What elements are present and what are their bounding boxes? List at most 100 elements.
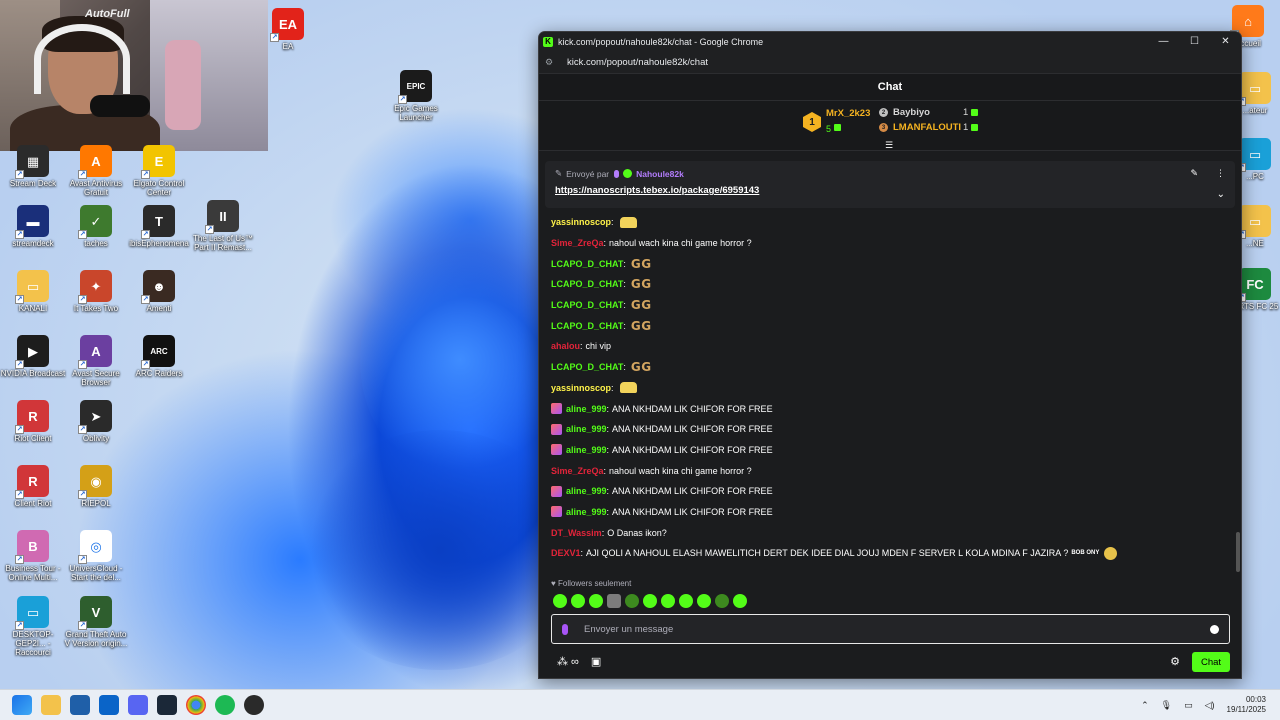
emote-button[interactable] <box>697 594 711 608</box>
desktop-icon[interactable]: ✓ ↗ taches <box>63 205 129 248</box>
chat-username[interactable]: Sime_ZreQa <box>551 466 604 476</box>
chat-username[interactable]: LCAPO_D_CHAT <box>551 321 623 331</box>
pinned-username[interactable]: Nahoule82k <box>636 169 684 179</box>
webcam-headset <box>34 24 130 94</box>
desktop-icon[interactable]: B ↗ Business Tour - Online Multi... <box>0 530 66 582</box>
close-button[interactable]: ✕ <box>1210 32 1241 51</box>
desktop-icon-image: T ↗ <box>141 205 175 239</box>
emote-button[interactable] <box>679 594 693 608</box>
desktop-icon[interactable]: ARC ↗ ARC Raiders <box>126 335 192 378</box>
emote-button[interactable] <box>571 594 585 608</box>
start-button-icon[interactable] <box>12 695 32 715</box>
shortcut-arrow-icon: ↗ <box>78 230 87 239</box>
emote-button[interactable] <box>625 594 639 608</box>
minimize-button[interactable]: — <box>1148 32 1179 51</box>
steam-icon[interactable] <box>157 695 177 715</box>
store-app-icon[interactable] <box>70 695 90 715</box>
discord-icon[interactable] <box>128 695 148 715</box>
emote-button[interactable] <box>715 594 729 608</box>
more-options-icon[interactable]: ⋮ <box>1216 168 1225 179</box>
window-titlebar[interactable]: K kick.com/popout/nahoule82k/chat - Goog… <box>539 32 1241 51</box>
send-chat-button[interactable]: Chat <box>1192 652 1230 672</box>
desktop-icon[interactable]: ◎ ↗ UniversCloud - Start the del... <box>63 530 129 582</box>
shortcut-arrow-icon: ↗ <box>78 490 87 499</box>
network-icon[interactable]: ▭ <box>1184 700 1193 711</box>
desktop-icon[interactable]: ▶ ↗ NVIDIA Broadcast <box>0 335 66 378</box>
maximize-button[interactable]: ☐ <box>1179 32 1210 51</box>
desktop-icon[interactable]: EPIC ↗ Epic Games Launcher <box>383 70 449 122</box>
desktop-icon[interactable]: A ↗ Avast Secure Browser <box>63 335 129 387</box>
chat-username[interactable]: aline_999 <box>566 507 607 517</box>
spotify-icon[interactable] <box>215 695 235 715</box>
desktop-icon[interactable]: A ↗ Avast Antivirus Gratuit <box>63 145 129 197</box>
clock[interactable]: 00:03 19/11/2025 <box>1227 695 1266 715</box>
chat-message-input[interactable] <box>584 623 1210 635</box>
volume-icon[interactable]: ◁) <box>1205 700 1215 711</box>
leaderboard-first-place[interactable]: 1 MrX_2k23 5 <box>803 108 870 137</box>
followers-only-label: Followers seulement <box>557 579 632 588</box>
chat-username[interactable]: LCAPO_D_CHAT <box>551 300 623 310</box>
store-icon[interactable]: ▣ <box>591 655 601 668</box>
desktop-icon-glyph: A <box>91 153 101 169</box>
chat-username[interactable]: LCAPO_D_CHAT <box>551 362 623 372</box>
chat-scrollbar[interactable] <box>1236 532 1240 572</box>
desktop-icon[interactable]: ▦ ↗ Stream Deck <box>0 145 66 188</box>
leaderboard-third-place[interactable]: 3 LMANFALOUTI 1 <box>879 122 979 133</box>
chrome-icon[interactable] <box>186 695 206 715</box>
desktop-icon[interactable]: V ↗ Grand Theft Auto V Version origin... <box>63 596 129 648</box>
file-explorer-icon[interactable] <box>41 695 61 715</box>
emote-button[interactable] <box>607 594 621 608</box>
desktop-icon[interactable]: II ↗ The Last of Us™ Part II Remast... <box>190 200 256 252</box>
pinned-link[interactable]: https://nanoscripts.tebex.io/package/695… <box>555 185 1225 196</box>
emote-button[interactable] <box>643 594 657 608</box>
chat-username[interactable]: DEXV1 <box>551 548 581 558</box>
chevron-up-icon[interactable]: ⌃ <box>1141 700 1149 711</box>
chat-username[interactable]: ahalou <box>551 341 580 351</box>
desktop-icon[interactable]: ➤ ↗ Oblivity <box>63 400 129 443</box>
chat-username[interactable]: aline_999 <box>566 445 607 455</box>
desktop-icon[interactable]: E ↗ Elgato Control Center <box>126 145 192 197</box>
kick-points-icon[interactable]: ⁂ ∞ <box>557 655 579 668</box>
desktop-icon[interactable]: ◉ ↗ RIEPOL <box>63 465 129 508</box>
chat-username[interactable]: aline_999 <box>566 404 607 414</box>
desktop-icon[interactable]: R ↗ Riot Client <box>0 400 66 443</box>
desktop-icon[interactable]: ▭ ↗ DESKTOP-GEP2I... - Raccourci <box>0 596 66 657</box>
chat-username[interactable]: yassinnoscop <box>551 383 611 393</box>
desktop-icon-image: ▭↗ <box>1237 138 1271 172</box>
chat-username[interactable]: LCAPO_D_CHAT <box>551 259 623 269</box>
microphone-tray-icon[interactable]: 🎙 <box>1161 700 1172 711</box>
chevron-down-icon[interactable]: ⌄ <box>1217 189 1225 200</box>
chat-username[interactable]: aline_999 <box>566 486 607 496</box>
desktop-icon-label: Elgato Control Center <box>133 179 185 197</box>
chat-message: yassinnoscop: <box>551 378 1229 399</box>
desktop-icon[interactable]: EA ↗ EA <box>255 8 321 51</box>
address-bar[interactable]: ⚙ kick.com/popout/nahoule82k/chat <box>539 51 1241 74</box>
chat-username[interactable]: yassinnoscop <box>551 217 611 227</box>
site-settings-icon[interactable]: ⚙ <box>545 57 559 68</box>
chat-username[interactable]: aline_999 <box>566 424 607 434</box>
emote-button[interactable] <box>589 594 603 608</box>
unpin-icon[interactable]: ✎ <box>1190 168 1198 179</box>
desktop-icon[interactable]: ✦ ↗ It Takes Two <box>63 270 129 313</box>
chat-username[interactable]: LCAPO_D_CHAT <box>551 279 623 289</box>
chat-username[interactable]: DT_Wassim <box>551 528 602 538</box>
emote-button[interactable] <box>661 594 675 608</box>
emote-button[interactable] <box>553 594 567 608</box>
chat-username[interactable]: Sime_ZreQa <box>551 238 604 248</box>
desktop-icon[interactable]: ☻ ↗ Amenti <box>126 270 192 313</box>
chat-message: yassinnoscop: <box>551 212 1229 233</box>
desktop-icon[interactable]: ▭ ↗ KANALI <box>0 270 66 313</box>
emote-button[interactable] <box>733 594 747 608</box>
leaderboard-collapse-icon[interactable]: ☰ <box>885 140 893 151</box>
leaderboard-second-place[interactable]: 2 Baybiyo 1 <box>879 107 979 118</box>
desktop-icon[interactable]: T ↗ ibisEphenomena <box>126 205 192 248</box>
desktop-icon-glyph: E <box>154 153 164 169</box>
settings-gear-icon[interactable]: ⚙ <box>1170 655 1180 668</box>
obs-icon[interactable] <box>244 695 264 715</box>
shortcut-arrow-icon: ↗ <box>141 295 150 304</box>
desktop-icon[interactable]: R ↗ Client Riot <box>0 465 66 508</box>
desktop-icon[interactable]: ▬ ↗ streamdeck <box>0 205 66 248</box>
emoji-picker-icon[interactable] <box>1210 624 1219 634</box>
outlook-icon[interactable] <box>99 695 119 715</box>
desktop-icon-glyph: V <box>91 604 101 620</box>
